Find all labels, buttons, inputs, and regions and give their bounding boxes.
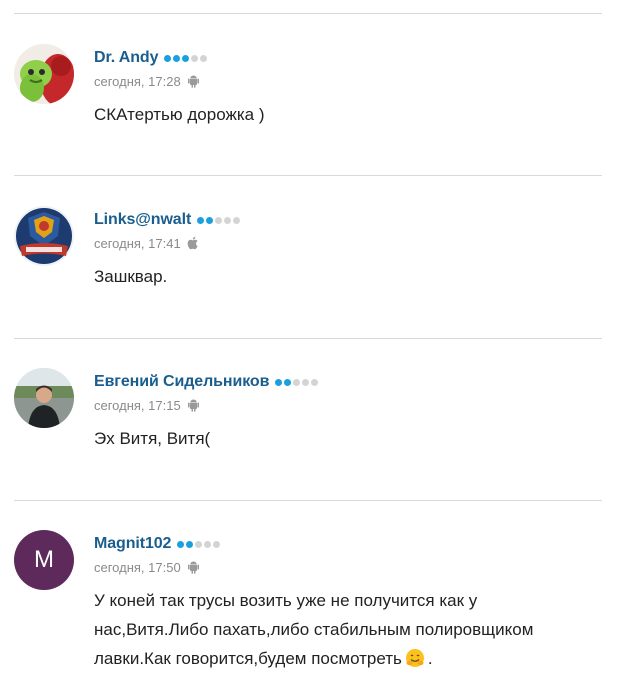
rating-dot [204, 540, 212, 548]
comment-text: СКАтертью дорожка ) [94, 105, 265, 124]
comment-text: У коней так трусы возить уже не получитс… [94, 586, 594, 673]
divider [14, 13, 602, 14]
comment-text-line: лавки.Как говорится,будем посмотреть. [94, 644, 594, 673]
divider [14, 500, 602, 501]
metallurg-logo-avatar-icon [14, 206, 74, 266]
comment-meta: сегодня, 17:41 [94, 234, 200, 252]
author-name[interactable]: Magnit102 [94, 535, 171, 553]
android-icon [187, 74, 200, 88]
rating-dot [311, 378, 319, 386]
green-red-figures-avatar-icon [14, 44, 74, 104]
comment-meta: сегодня, 17:50 [94, 558, 200, 576]
comment-text-line: нас,Витя.Либо пахать,либо стабильным пол… [94, 620, 534, 639]
divider [14, 175, 602, 176]
rating-dot [224, 216, 232, 224]
rating-dots [197, 216, 241, 224]
man-photo-avatar-icon [14, 368, 74, 428]
rating-dot [213, 540, 221, 548]
comment-time: сегодня, 17:50 [94, 559, 181, 575]
comment-meta: сегодня, 17:28 [94, 72, 200, 90]
rating-dot [164, 54, 172, 62]
apple-icon [187, 236, 200, 250]
author-row: Евгений Сидельников [94, 372, 319, 392]
author-row: Dr. Andy [94, 48, 208, 68]
comment-time: сегодня, 17:28 [94, 73, 181, 89]
avatar[interactable]: M [14, 530, 74, 590]
comment-text: Эх Витя, Витя( [94, 429, 211, 448]
rating-dot [177, 540, 185, 548]
rating-dot [284, 378, 292, 386]
avatar[interactable] [14, 368, 74, 428]
rating-dot [195, 540, 203, 548]
rating-dots [275, 378, 319, 386]
comment-meta: сегодня, 17:15 [94, 396, 200, 414]
rating-dot [293, 378, 301, 386]
comment-text-fragment: . [427, 649, 433, 668]
comment-time: сегодня, 17:41 [94, 235, 181, 251]
rating-dot [215, 216, 223, 224]
avatar[interactable] [14, 44, 74, 104]
rating-dot [275, 378, 283, 386]
rating-dot [197, 216, 205, 224]
comment-text-line: У коней так трусы возить уже не получитс… [94, 591, 478, 610]
comment-text: Зашквар. [94, 267, 168, 286]
rating-dots [164, 54, 208, 62]
rating-dot [191, 54, 199, 62]
rating-dot [200, 54, 208, 62]
rating-dot [302, 378, 310, 386]
rating-dot [173, 54, 181, 62]
comment-time: сегодня, 17:15 [94, 397, 181, 413]
rating-dot [182, 54, 190, 62]
author-name[interactable]: Евгений Сидельников [94, 373, 269, 391]
rating-dot [186, 540, 194, 548]
android-icon [187, 398, 200, 412]
rating-dots [177, 540, 221, 548]
divider [14, 338, 602, 339]
hugging-face-emoji-icon [405, 648, 425, 668]
rating-dot [206, 216, 214, 224]
author-row: Links@nwalt [94, 210, 241, 230]
author-name[interactable]: Links@nwalt [94, 211, 191, 229]
comment-text-fragment: лавки.Как говорится,будем посмотреть [94, 649, 402, 668]
author-row: Magnit102 [94, 534, 221, 554]
author-name[interactable]: Dr. Andy [94, 49, 159, 67]
android-icon [187, 560, 200, 574]
avatar[interactable] [14, 206, 74, 266]
rating-dot [233, 216, 241, 224]
